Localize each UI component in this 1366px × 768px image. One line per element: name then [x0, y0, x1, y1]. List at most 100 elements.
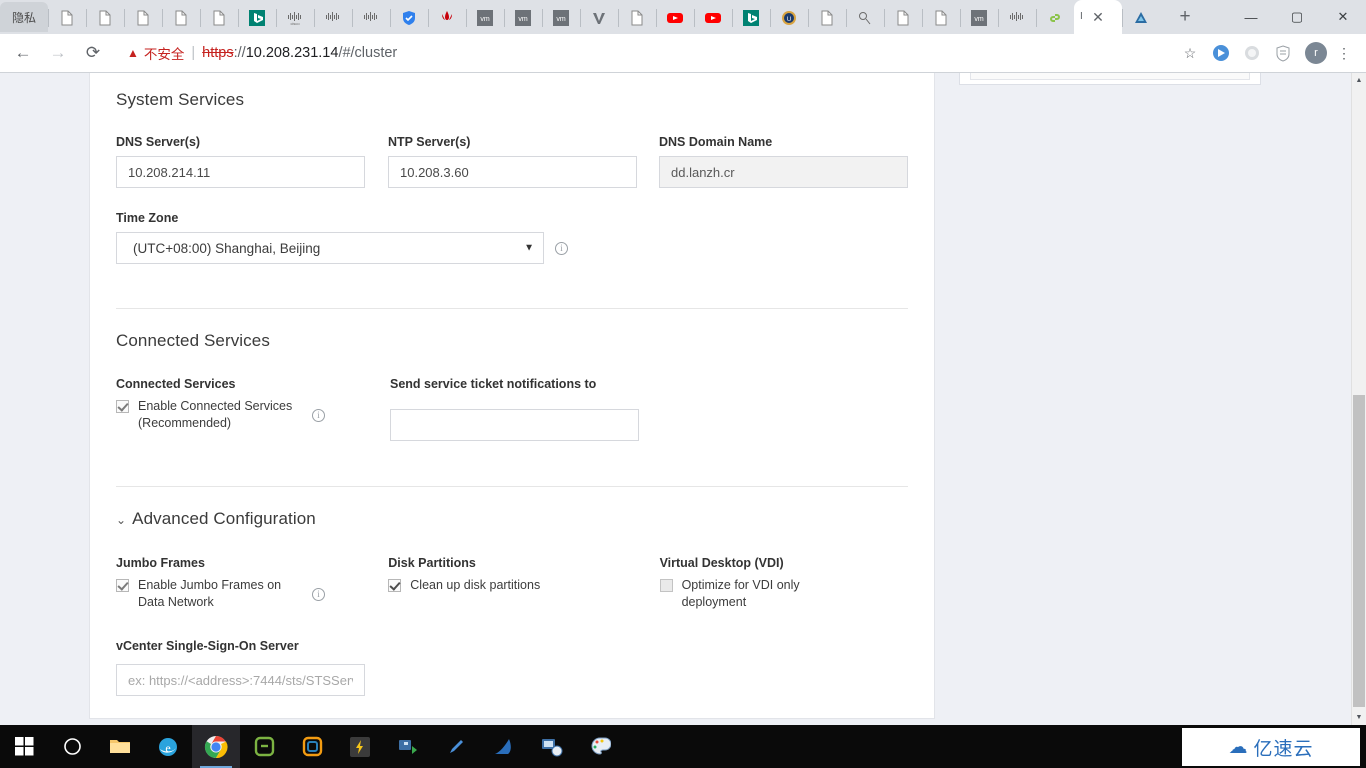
- search-button[interactable]: [48, 725, 96, 768]
- scrollbar-thumb[interactable]: [1353, 395, 1365, 707]
- vdi-row[interactable]: Optimize for VDI only deployment: [659, 577, 908, 611]
- vcenter-sso-input[interactable]: [116, 664, 365, 696]
- dns-servers-label: DNS Server(s): [116, 135, 201, 149]
- tab-20[interactable]: U: [770, 2, 808, 34]
- chevron-down-icon[interactable]: ⌄: [116, 513, 126, 527]
- jumbo-frames-row[interactable]: Enable Jumbo Frames on Data Network: [116, 577, 298, 611]
- file-explorer-button[interactable]: [96, 725, 144, 768]
- tab-19[interactable]: [732, 2, 770, 34]
- google-chrome-button[interactable]: [192, 725, 240, 768]
- app-secure-crt-button[interactable]: [384, 725, 432, 768]
- scroll-down-arrow[interactable]: ▼: [1352, 710, 1366, 725]
- start-button[interactable]: [0, 725, 48, 768]
- active-tab[interactable]: I ✕: [1074, 0, 1122, 34]
- scroll-up-arrow[interactable]: ▲: [1352, 73, 1366, 88]
- close-tab-icon[interactable]: ✕: [1092, 10, 1104, 24]
- cisco-icon: [1010, 12, 1023, 21]
- tab-22[interactable]: [846, 2, 884, 34]
- chrome-menu-button[interactable]: ⋮: [1330, 39, 1358, 67]
- tab-14[interactable]: vm: [542, 2, 580, 34]
- enable-connected-services-row[interactable]: Enable Connected Services (Recommended): [116, 398, 298, 432]
- close-window-button[interactable]: ✕: [1320, 0, 1366, 34]
- tab-10[interactable]: [390, 2, 428, 34]
- address-bar[interactable]: ▲ 不安全 | https :// 10.208.231.14 /#/clust…: [119, 39, 1167, 67]
- windows-icon: [14, 737, 33, 756]
- jumbo-frames-info-icon[interactable]: i: [312, 588, 325, 601]
- tab-9[interactable]: [352, 2, 390, 34]
- new-tab-button[interactable]: +: [1168, 3, 1202, 31]
- tab-16[interactable]: [618, 2, 656, 34]
- windows-taskbar: e ︿ 英 10:57: [0, 725, 1366, 768]
- connected-services-info-icon[interactable]: i: [312, 409, 325, 422]
- tab-28[interactable]: [1122, 2, 1160, 34]
- vdi-checkbox-label: Optimize for VDI only deployment: [681, 578, 800, 609]
- tab-25[interactable]: vm: [960, 2, 998, 34]
- page-scrollbar[interactable]: ▲ ▼: [1351, 73, 1366, 725]
- disk-partitions-checkbox[interactable]: [388, 579, 402, 592]
- page-icon: [213, 10, 225, 26]
- time-zone-select[interactable]: (UTC+08:00) Shanghai, Beijing ▼: [116, 232, 544, 264]
- tab-3[interactable]: [124, 2, 162, 34]
- tab-5[interactable]: [200, 2, 238, 34]
- enable-connected-services-checkbox[interactable]: [116, 400, 129, 413]
- tab-18[interactable]: [694, 2, 732, 34]
- tab-11[interactable]: [428, 2, 466, 34]
- paint-button[interactable]: [576, 725, 624, 768]
- app-orange-link-button[interactable]: [288, 725, 336, 768]
- avatar[interactable]: r: [1305, 42, 1327, 64]
- bookmark-star-icon[interactable]: ☆: [1176, 39, 1204, 67]
- vmware-icon: vm: [971, 10, 987, 26]
- pen-icon: [450, 739, 463, 753]
- tab-21[interactable]: [808, 2, 846, 34]
- tab-26[interactable]: [998, 2, 1036, 34]
- youtube-icon: [667, 13, 683, 23]
- bing-icon: [743, 10, 759, 26]
- privacy-chip-label: 隐私: [11, 10, 36, 25]
- tab-13[interactable]: vm: [504, 2, 542, 34]
- forward-button[interactable]: →: [43, 38, 73, 68]
- tab-6[interactable]: [238, 2, 276, 34]
- jumbo-frames-checkbox-label: Enable Jumbo Frames on Data Network: [138, 578, 282, 609]
- ntp-servers-input[interactable]: [388, 156, 637, 188]
- url-host: 10.208.231.14: [245, 45, 339, 61]
- tab-27[interactable]: [1036, 2, 1074, 34]
- remote-desktop-button[interactable]: [528, 725, 576, 768]
- tab-8[interactable]: [314, 2, 352, 34]
- tab-15[interactable]: [580, 2, 618, 34]
- app-pen-button[interactable]: [432, 725, 480, 768]
- tab-23[interactable]: [884, 2, 922, 34]
- time-zone-info-icon[interactable]: i: [555, 241, 568, 255]
- wireshark-button[interactable]: [480, 725, 528, 768]
- tab-7[interactable]: cisco: [276, 2, 314, 34]
- extension-blue-icon[interactable]: [1207, 39, 1235, 67]
- dns-domain-input[interactable]: [659, 156, 908, 188]
- vdi-checkbox[interactable]: [659, 579, 673, 592]
- app-green-link-button[interactable]: [240, 725, 288, 768]
- tab-1[interactable]: [48, 2, 86, 34]
- reload-button[interactable]: ⟳: [78, 38, 108, 68]
- disk-partitions-row[interactable]: Clean up disk partitions: [388, 577, 659, 594]
- chevron-down-icon[interactable]: ▼: [524, 243, 534, 254]
- dns-servers-input[interactable]: [116, 156, 365, 188]
- minimize-button[interactable]: —: [1228, 0, 1274, 34]
- svg-text:e: e: [165, 741, 170, 755]
- tab-12[interactable]: vm: [466, 2, 504, 34]
- tab-4[interactable]: [162, 2, 200, 34]
- privacy-mode-chip: 隐私: [0, 2, 48, 32]
- notify-input[interactable]: [390, 409, 639, 441]
- tab-2[interactable]: [86, 2, 124, 34]
- back-button[interactable]: ←: [8, 38, 38, 68]
- tab-24[interactable]: [922, 2, 960, 34]
- jumbo-frames-checkbox[interactable]: [116, 579, 129, 592]
- svg-text:vm: vm: [480, 16, 490, 23]
- shield-extension-icon[interactable]: [1269, 39, 1297, 67]
- cisco-icon: [326, 12, 339, 21]
- svg-text:vm: vm: [518, 16, 528, 23]
- app-flash-button[interactable]: [336, 725, 384, 768]
- advanced-configuration-header[interactable]: ⌄ Advanced Configuration: [116, 509, 908, 529]
- extension-grey-icon[interactable]: [1238, 39, 1266, 67]
- internet-explorer-button[interactable]: e: [144, 725, 192, 768]
- maximize-button[interactable]: ▢: [1274, 0, 1320, 34]
- tab-17[interactable]: [656, 2, 694, 34]
- disk-partitions-group: Disk Partitions Clean up disk partitions: [388, 556, 659, 611]
